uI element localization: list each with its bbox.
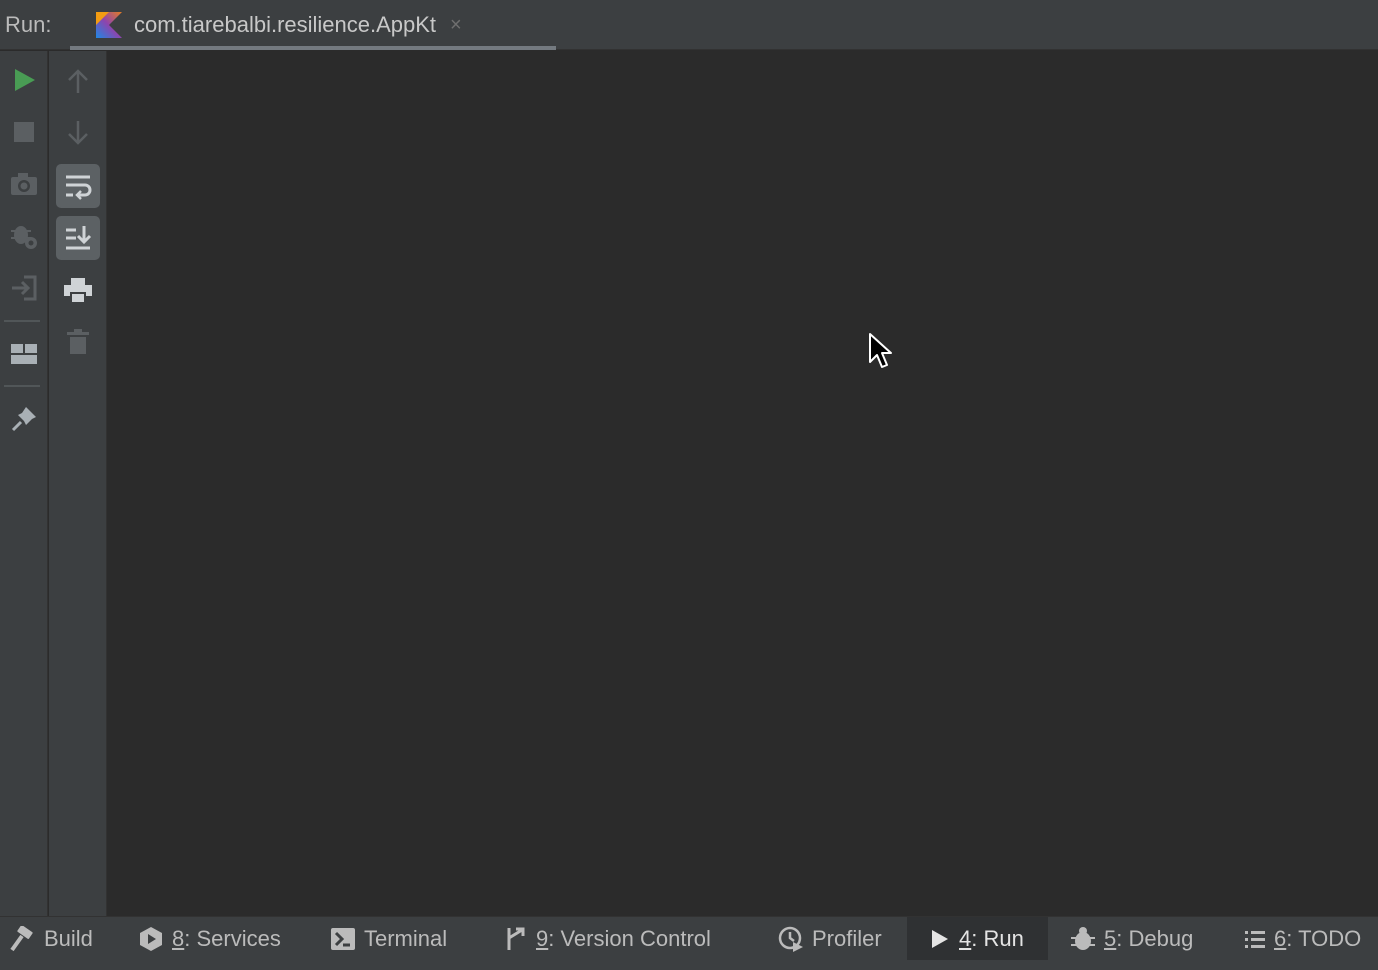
exit-icon xyxy=(12,275,37,301)
kotlin-icon xyxy=(96,12,122,38)
version-control-tool-button[interactable]: 9: Version Control xyxy=(504,917,711,960)
arrow-up-icon xyxy=(68,69,88,93)
debug-label: : Debug xyxy=(1116,925,1194,951)
build-tool-button[interactable]: Build xyxy=(8,917,93,960)
services-label: : Services xyxy=(184,925,281,951)
profiler-label: Profiler xyxy=(812,925,882,951)
terminal-tool-button[interactable]: Terminal xyxy=(330,917,447,960)
run-label: : Run xyxy=(971,925,1024,951)
dump-threads-button[interactable] xyxy=(4,164,44,204)
previous-occurrence-button[interactable] xyxy=(56,59,100,103)
debug-shortcut: 5 xyxy=(1104,925,1117,951)
bug-gear-icon xyxy=(11,226,37,249)
run-config-tab[interactable]: com.tiarebalbi.resilience.AppKt × xyxy=(70,0,556,50)
build-label: Build xyxy=(44,925,93,951)
console-output[interactable] xyxy=(108,51,1378,916)
services-shortcut: 8 xyxy=(172,925,185,951)
todo-tool-button[interactable]: 6: TODO xyxy=(1244,917,1361,960)
toolbar-separator xyxy=(4,320,40,322)
run-label: Run: xyxy=(5,12,52,37)
layout-icon xyxy=(11,344,37,364)
next-occurrence-button[interactable] xyxy=(56,111,100,155)
pin-icon xyxy=(11,407,36,432)
terminal-label: Terminal xyxy=(364,925,448,951)
services-icon xyxy=(140,926,162,951)
bug-icon xyxy=(1071,926,1095,950)
vcs-branch-icon xyxy=(507,927,525,950)
toolbar-separator xyxy=(4,385,40,387)
exception-breakpoints-button[interactable] xyxy=(4,216,44,256)
soft-wrap-button[interactable] xyxy=(56,164,100,208)
clear-all-button[interactable] xyxy=(56,320,100,364)
stop-button[interactable] xyxy=(4,112,44,152)
restore-layout-button[interactable] xyxy=(4,334,44,374)
pin-tab-button[interactable] xyxy=(4,399,44,439)
arrow-down-icon xyxy=(68,121,88,145)
tool-window-bar: Build 8: Services Terminal 9: Version Co… xyxy=(0,916,1378,970)
todo-shortcut: 6 xyxy=(1274,925,1287,951)
exit-button[interactable] xyxy=(4,268,44,308)
profiler-tool-button[interactable]: Profiler xyxy=(778,917,882,960)
console-actions-toolbar xyxy=(49,51,107,916)
play-icon xyxy=(15,69,35,91)
tab-selected-indicator xyxy=(70,46,556,50)
services-tool-button[interactable]: 8: Services xyxy=(138,917,281,960)
close-icon[interactable]: × xyxy=(450,15,462,35)
mouse-cursor-icon xyxy=(869,333,892,368)
stop-icon xyxy=(14,122,34,142)
print-button[interactable] xyxy=(56,268,100,312)
debug-tool-button[interactable]: 5: Debug xyxy=(1070,917,1193,960)
rerun-button[interactable] xyxy=(4,60,44,100)
camera-icon xyxy=(11,173,37,195)
list-icon xyxy=(1245,930,1265,948)
vcs-label: : Version Control xyxy=(548,925,711,951)
soft-wrap-icon xyxy=(66,175,92,200)
hammer-icon xyxy=(10,925,33,951)
vcs-shortcut: 9 xyxy=(536,925,549,951)
run-tool-button[interactable]: 4: Run xyxy=(907,917,1048,960)
trash-icon xyxy=(67,329,89,354)
play-icon xyxy=(932,929,948,948)
terminal-icon xyxy=(331,927,355,950)
tab-title: com.tiarebalbi.resilience.AppKt xyxy=(134,12,437,37)
run-tool-window-header: Run: com.tiarebalbi.resilience.AppKt × xyxy=(0,0,1378,50)
scroll-to-end-button[interactable] xyxy=(56,216,100,260)
profiler-icon xyxy=(778,926,803,952)
run-actions-toolbar xyxy=(0,51,48,916)
todo-label: : TODO xyxy=(1286,925,1362,951)
print-icon xyxy=(64,278,92,302)
run-shortcut: 4 xyxy=(959,925,972,951)
scroll-to-end-icon xyxy=(66,226,92,250)
